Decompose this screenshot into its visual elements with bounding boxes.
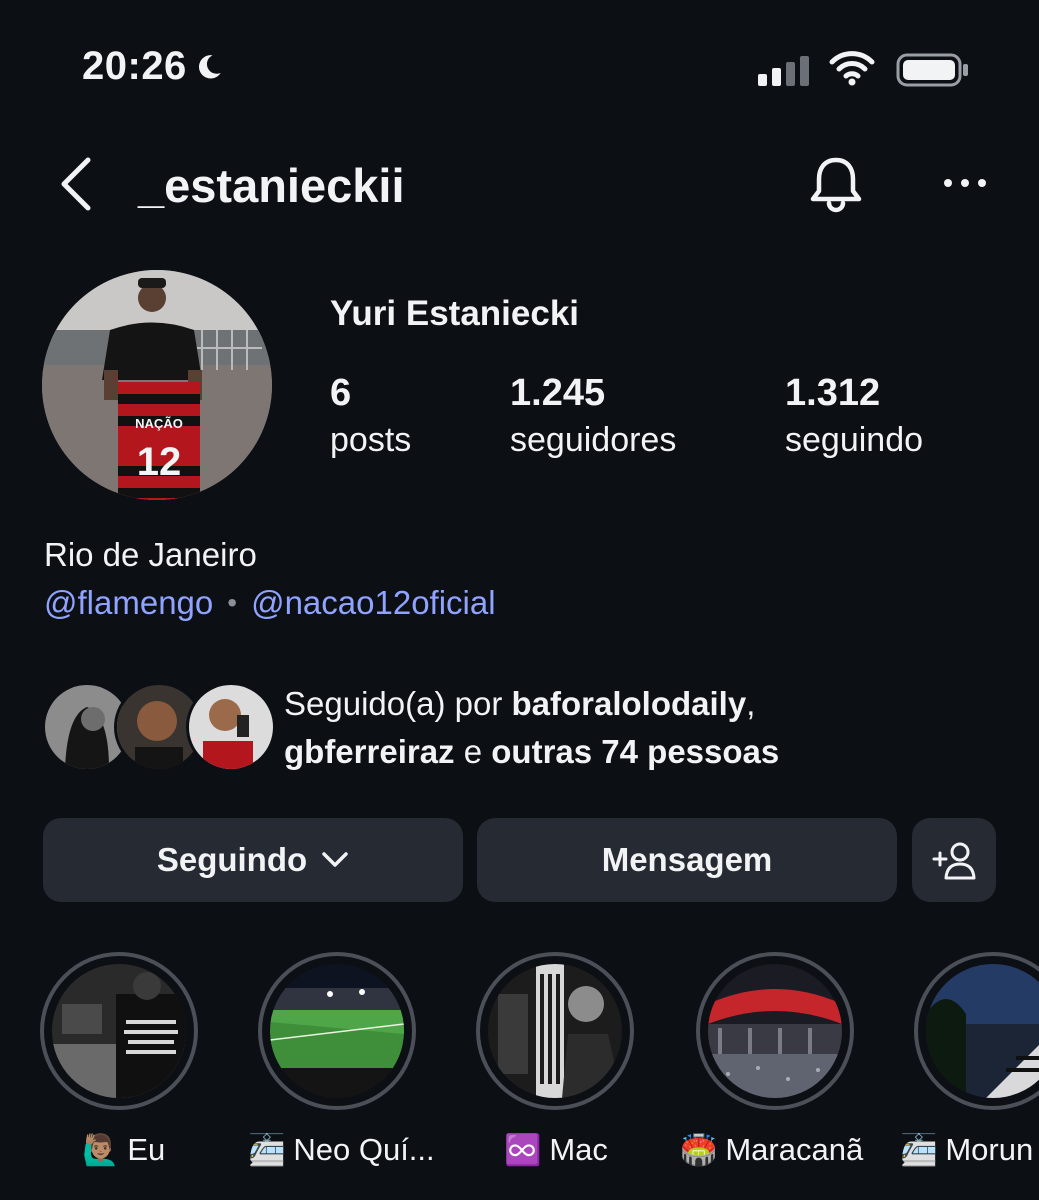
stat-posts-label: posts: [330, 421, 412, 459]
stat-followers[interactable]: 1.245 seguidores: [510, 372, 676, 460]
more-options-icon[interactable]: [942, 176, 988, 190]
highlight-cover: [270, 964, 404, 1098]
stat-following-label: seguindo: [785, 421, 924, 459]
highlight-cover: [488, 964, 622, 1098]
stat-posts-value: 6: [330, 372, 352, 414]
profile-avatar[interactable]: NAÇÃO 12: [42, 270, 272, 500]
highlight-label-maracana: 🏟️ Maracanã: [680, 1132, 864, 1167]
stadium-icon: 🏟️: [680, 1133, 718, 1167]
cellular-signal-icon: [758, 52, 809, 86]
notification-bell-icon[interactable]: [806, 154, 866, 216]
profile-full-name: Yuri Estaniecki: [330, 294, 580, 333]
highlight-cover: [926, 964, 1039, 1098]
following-button-label: Seguindo: [156, 841, 308, 878]
message-button[interactable]: Mensagem: [477, 818, 897, 902]
message-button-label: Mensagem: [601, 841, 773, 878]
mutual-user-1: baforalolodaily: [511, 685, 747, 722]
suggest-people-button[interactable]: [912, 818, 996, 902]
stat-followers-value: 1.245: [510, 372, 606, 414]
mention-flamengo-link[interactable]: @flamengo: [44, 584, 213, 622]
story-highlight-eu[interactable]: [34, 952, 204, 1122]
wifi-icon: [829, 51, 875, 86]
following-button[interactable]: Seguindo: [43, 818, 463, 902]
story-highlight-morumbi[interactable]: [908, 952, 1039, 1122]
stat-following-value: 1.312: [785, 372, 881, 414]
add-person-icon: [932, 842, 976, 880]
stat-posts[interactable]: 6 posts: [330, 372, 411, 460]
mutual-others: outras 74 pessoas: [491, 733, 780, 770]
highlight-label-morumbi: 🚈 Morun: [900, 1132, 1034, 1167]
bio-mentions: @flamengo • @nacao12oficial: [44, 584, 496, 622]
battery-icon: [896, 53, 968, 87]
followed-by-section[interactable]: Seguido(a) por baforalolodaily, gbferrei…: [42, 680, 1002, 772]
mention-separator: •: [227, 587, 238, 618]
profile-username: _estanieckii: [138, 159, 405, 212]
stat-following[interactable]: 1.312 seguindo: [785, 372, 923, 460]
jersey-text: NAÇÃO: [135, 416, 183, 431]
story-highlight-maracana[interactable]: [690, 952, 860, 1122]
highlight-cover: [52, 964, 186, 1098]
story-highlight-mac[interactable]: [470, 952, 640, 1122]
mutual-follower-avatar: [186, 682, 276, 772]
highlight-cover: [708, 964, 842, 1098]
highlight-label-eu: 🙋🏽‍♂️ Eu: [82, 1132, 166, 1167]
status-time: 20:26: [82, 44, 223, 89]
chevron-down-icon: [322, 852, 348, 867]
mention-nacao12-link[interactable]: @nacao12oficial: [251, 584, 496, 622]
story-highlight-neo-quimica[interactable]: [252, 952, 422, 1122]
tram-icon: 🚈: [248, 1133, 286, 1167]
stat-followers-label: seguidores: [510, 421, 677, 459]
followed-by-text: Seguido(a) por baforalolodaily, gbferrei…: [284, 685, 780, 770]
moon-icon: [198, 54, 221, 79]
highlight-label-mac: ♾️ Mac: [504, 1132, 608, 1167]
jersey-number: 12: [137, 440, 182, 484]
highlight-label-neo-quimica: 🚈 Neo Quí...: [248, 1132, 435, 1167]
tram-icon: 🚈: [900, 1133, 938, 1167]
infinity-icon: ♾️: [504, 1133, 542, 1167]
person-raising-hand-icon: 🙋🏽‍♂️: [82, 1133, 120, 1167]
back-chevron-icon[interactable]: [56, 154, 96, 214]
mutual-user-2: gbferreiraz: [284, 733, 455, 770]
bio-location: Rio de Janeiro: [44, 536, 257, 573]
